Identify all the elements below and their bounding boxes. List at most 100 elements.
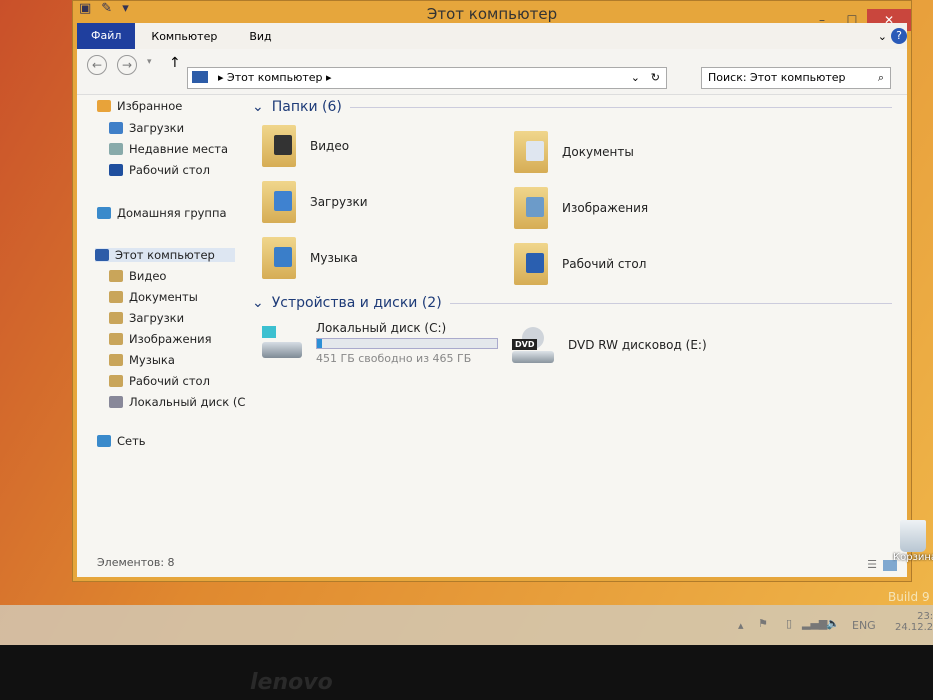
status-item-count: Элементов: 8 bbox=[97, 556, 175, 569]
address-dropdown-icon[interactable]: ⌄ bbox=[631, 68, 640, 88]
sidebar-item-label: Документы bbox=[129, 290, 198, 304]
up-button[interactable]: ↑ bbox=[169, 55, 181, 71]
battery-icon[interactable]: ▯ bbox=[786, 617, 792, 630]
folder-item[interactable]: Видео bbox=[262, 125, 349, 167]
clock[interactable]: 23:30 24.12.202 bbox=[895, 611, 933, 633]
sidebar-item-label: Загрузки bbox=[129, 311, 185, 325]
search-input[interactable]: Поиск: Этот компьютер ⌕ bbox=[701, 67, 891, 89]
drive-c-free-space: 451 ГБ свободно из 465 ГБ bbox=[316, 352, 472, 365]
forward-button[interactable]: → bbox=[117, 55, 137, 75]
expand-ribbon-icon[interactable]: ⌄ bbox=[874, 30, 891, 43]
recycle-bin-label: Корзина bbox=[893, 552, 933, 563]
sidebar-item-icon bbox=[97, 100, 111, 112]
sidebar-item-label: Рабочий стол bbox=[129, 374, 210, 388]
folder-item[interactable]: Музыка bbox=[262, 237, 358, 279]
sidebar-item-label: Музыка bbox=[129, 353, 175, 367]
sidebar-item-icon bbox=[109, 291, 123, 303]
sidebar-item[interactable]: Видео bbox=[109, 269, 166, 283]
tab-computer[interactable]: Компьютер bbox=[135, 30, 233, 43]
window-title: Этот компьютер bbox=[426, 5, 558, 23]
folder-icon bbox=[514, 187, 548, 229]
sidebar-item-icon bbox=[109, 354, 123, 366]
breadcrumb-this-pc[interactable]: Этот компьютер bbox=[227, 71, 323, 84]
sidebar-item-icon bbox=[97, 435, 111, 447]
search-placeholder: Поиск: Этот компьютер bbox=[708, 71, 846, 84]
build-watermark: Build 9 bbox=[888, 590, 930, 604]
sidebar-item[interactable]: Загрузки bbox=[109, 121, 184, 135]
sidebar-item-icon bbox=[109, 164, 123, 176]
folder-label: Видео bbox=[310, 139, 350, 153]
details-view-button[interactable]: ☰ bbox=[867, 558, 877, 571]
sidebar-item-label: Локальный диск (C bbox=[129, 395, 246, 409]
help-icon[interactable]: ? bbox=[891, 28, 907, 44]
folder-label: Изображения bbox=[562, 201, 649, 215]
address-bar[interactable]: ▸ Этот компьютер ▸ ⌄ ↻ bbox=[187, 67, 667, 89]
sidebar-item[interactable]: Изображения bbox=[109, 332, 212, 346]
sidebar-item-icon bbox=[95, 249, 109, 261]
dvd-drive[interactable]: DVD DVD RW дисковод (E:) bbox=[512, 327, 707, 363]
refresh-icon[interactable]: ↻ bbox=[651, 68, 660, 88]
drive-c[interactable]: Локальный диск (C:) 451 ГБ свободно из 4… bbox=[262, 321, 498, 365]
sidebar-item[interactable]: Рабочий стол bbox=[109, 374, 210, 388]
folder-item[interactable]: Рабочий стол bbox=[514, 243, 646, 285]
laptop-bezel bbox=[0, 645, 933, 700]
folder-label: Рабочий стол bbox=[562, 257, 647, 271]
sidebar-item[interactable]: Рабочий стол bbox=[109, 163, 210, 177]
folder-label: Документы bbox=[562, 145, 634, 159]
devices-group-header[interactable]: ⌄ Устройства и диски (2) bbox=[252, 295, 892, 311]
folder-icon bbox=[262, 181, 296, 223]
sidebar-item[interactable]: Документы bbox=[109, 290, 198, 304]
sidebar-item-label: Домашняя группа bbox=[117, 206, 227, 220]
recycle-bin-icon bbox=[900, 520, 926, 552]
folder-icon bbox=[514, 131, 548, 173]
volume-icon[interactable]: 🔈 bbox=[826, 617, 840, 630]
search-icon[interactable]: ⌕ bbox=[878, 68, 884, 88]
sidebar-item-icon bbox=[109, 396, 123, 408]
dvd-drive-icon: DVD bbox=[512, 327, 554, 363]
recent-locations-icon[interactable]: ▾ bbox=[147, 57, 152, 67]
sidebar-item-label: Недавние места bbox=[129, 142, 229, 156]
navigation-pane: Избранное Загрузки Недавние места Рабочий с… bbox=[77, 95, 245, 577]
back-button[interactable]: ← bbox=[87, 55, 107, 75]
action-center-flag-icon[interactable]: ⚑ bbox=[758, 617, 768, 630]
sidebar-item-icon bbox=[109, 312, 123, 324]
sidebar-item[interactable]: Этот компьютер bbox=[95, 248, 235, 262]
recycle-bin[interactable]: Корзина bbox=[893, 520, 933, 563]
folder-label: Загрузки bbox=[310, 195, 368, 209]
dvd-drive-label: DVD RW дисковод (E:) bbox=[568, 338, 707, 352]
explorer-window: ▣ ✎ ▾ Этот компьютер – ☐ ✕ Файл Компьютер Ви… bbox=[72, 0, 912, 582]
sidebar-item-icon bbox=[97, 207, 111, 219]
sidebar-item[interactable]: Музыка bbox=[109, 353, 175, 367]
folder-item[interactable]: Документы bbox=[514, 131, 634, 173]
folders-group-header[interactable]: ⌄ Папки (6) bbox=[252, 99, 892, 115]
network-signal-icon[interactable]: ▂▄▆ bbox=[802, 617, 827, 630]
sidebar-item[interactable]: Загрузки bbox=[109, 311, 184, 325]
language-indicator[interactable]: ENG bbox=[852, 619, 876, 632]
sidebar-item-label: Загрузки bbox=[129, 121, 185, 135]
taskbar: ▴ ⚑ ▯ ▂▄▆ 🔈 ENG 23:30 24.12.202 bbox=[0, 605, 933, 647]
sidebar-item-label: Этот компьютер bbox=[115, 248, 215, 262]
folder-item[interactable]: Загрузки bbox=[262, 181, 368, 223]
tab-view[interactable]: Вид bbox=[233, 30, 287, 43]
sidebar-item-label: Рабочий стол bbox=[129, 163, 210, 177]
sidebar-item[interactable]: Сеть bbox=[97, 434, 146, 448]
folder-icon bbox=[262, 125, 296, 167]
sidebar-item[interactable]: Недавние места bbox=[109, 142, 228, 156]
sidebar-item[interactable]: Избранное bbox=[97, 99, 182, 113]
show-hidden-icons[interactable]: ▴ bbox=[738, 619, 744, 632]
sidebar-item-icon bbox=[109, 333, 123, 345]
drive-c-usage-bar bbox=[316, 338, 498, 349]
clock-time: 23:30 bbox=[917, 611, 933, 622]
folder-icon bbox=[514, 243, 548, 285]
sidebar-item-label: Видео bbox=[129, 269, 167, 283]
tab-file[interactable]: Файл bbox=[77, 23, 136, 49]
folder-item[interactable]: Изображения bbox=[514, 187, 648, 229]
sidebar-item-label: Избранное bbox=[117, 99, 183, 113]
computer-icon bbox=[192, 71, 208, 83]
sidebar-item[interactable]: Домашняя группа bbox=[97, 206, 227, 220]
sidebar-item-label: Сеть bbox=[117, 434, 146, 448]
drive-c-label: Локальный диск (C:) bbox=[316, 321, 447, 335]
sidebar-item[interactable]: Локальный диск (C bbox=[109, 395, 245, 409]
lenovo-logo: lenovo bbox=[250, 670, 333, 695]
folder-label: Музыка bbox=[310, 251, 358, 265]
